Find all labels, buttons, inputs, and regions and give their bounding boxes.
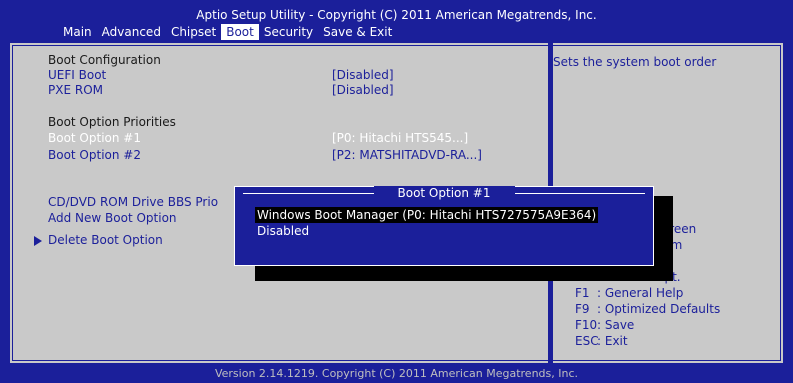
header-bar: Aptio Setup Utility - Copyright (C) 2011… — [0, 0, 793, 40]
uefi-boot-label[interactable]: UEFI Boot — [48, 68, 106, 82]
app-title: Aptio Setup Utility - Copyright (C) 2011… — [196, 8, 597, 22]
key-f9-desc: : Optimized Defaults — [597, 302, 721, 316]
boot-option-2-label[interactable]: Boot Option #2 — [48, 148, 141, 162]
tab-security[interactable]: Security — [259, 24, 318, 40]
pxe-rom-label[interactable]: PXE ROM — [48, 83, 103, 97]
help-description: Sets the system boot order — [553, 55, 717, 69]
key-help-list: F1 : General Help F9 : Optimized Default… — [575, 285, 720, 349]
key-f1: F1 — [575, 286, 590, 300]
delete-boot-option-label: Delete Boot Option — [48, 233, 163, 247]
tab-chipset[interactable]: Chipset — [166, 24, 221, 40]
version-footer: Version 2.14.1219. Copyright (C) 2011 Am… — [0, 365, 793, 380]
popup-option-windows-boot-manager[interactable]: Windows Boot Manager (P0: Hitachi HTS727… — [255, 207, 599, 223]
key-f1-desc: : General Help — [597, 286, 684, 300]
key-esc-desc: : Exit — [597, 334, 628, 348]
pxe-rom-value[interactable]: [Disabled] — [332, 83, 394, 97]
popup-title: Boot Option #1 — [235, 186, 653, 200]
tab-save-exit[interactable]: Save & Exit — [318, 24, 397, 40]
tab-advanced[interactable]: Advanced — [97, 24, 166, 40]
boot-option-1-label[interactable]: Boot Option #1 — [48, 131, 141, 145]
tab-boot[interactable]: Boot — [221, 24, 259, 40]
boot-configuration-heading: Boot Configuration — [48, 53, 161, 67]
key-f10: F10 — [575, 318, 598, 332]
boot-option-priorities-heading: Boot Option Priorities — [48, 115, 176, 129]
key-f9: F9 — [575, 302, 590, 316]
key-esc: ESC — [575, 334, 599, 348]
boot-option-2-value[interactable]: [P2: MATSHITADVD-RA...] — [332, 148, 482, 162]
add-new-boot-option[interactable]: Add New Boot Option — [48, 211, 177, 225]
key-hint-row: ESC : Exit — [575, 333, 720, 349]
boot-option-1-value[interactable]: [P0: Hitachi HTS545...] — [332, 131, 468, 145]
submenu-arrow-icon — [34, 235, 42, 246]
popup-option-disabled[interactable]: Disabled — [255, 223, 311, 239]
key-hint-row: F1 : General Help — [575, 285, 720, 301]
popup-title-text: Boot Option #1 — [373, 186, 515, 200]
delete-boot-option[interactable]: Delete Boot Option — [34, 233, 163, 247]
cd-dvd-bbs-priorities[interactable]: CD/DVD ROM Drive BBS Prio — [48, 195, 218, 209]
key-f10-desc: : Save — [597, 318, 635, 332]
key-hint-row: F9 : Optimized Defaults — [575, 301, 720, 317]
key-hint-row: F10 : Save — [575, 317, 720, 333]
menu-bar: Main Advanced Chipset Boot Security Save… — [58, 24, 397, 40]
uefi-boot-value[interactable]: [Disabled] — [332, 68, 394, 82]
tab-main[interactable]: Main — [58, 24, 97, 40]
boot-option-popup: Boot Option #1 Windows Boot Manager (P0:… — [234, 186, 654, 266]
